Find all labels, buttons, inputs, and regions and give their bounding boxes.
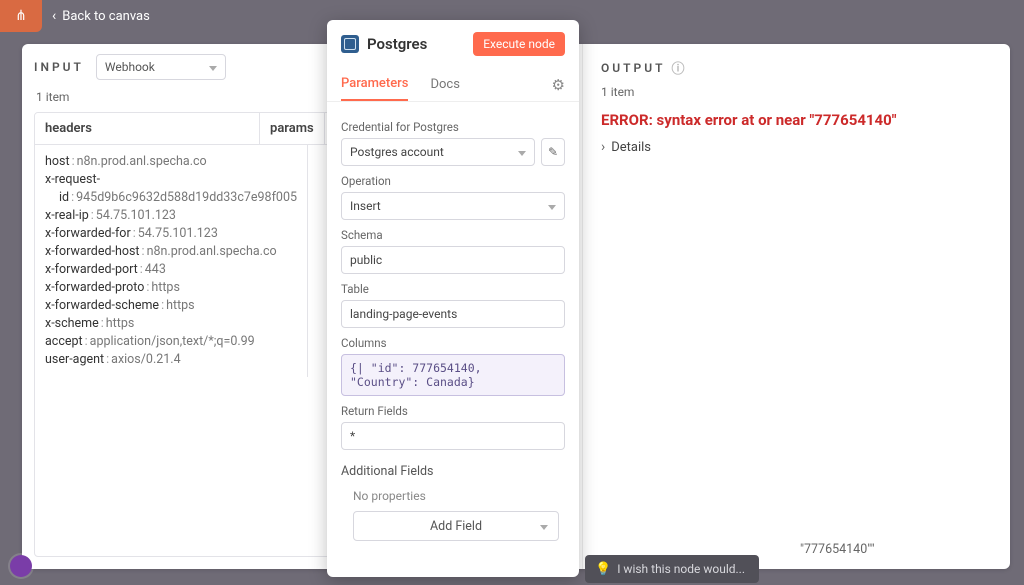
credential-value: Postgres account (350, 145, 444, 159)
back-label: Back to canvas (62, 9, 150, 24)
schema-input[interactable]: public (341, 246, 565, 274)
header-row: x-forwarded-for:54.75.101.123 (45, 225, 297, 243)
input-title: INPUT (34, 60, 84, 74)
col-headers: headers (35, 113, 260, 144)
return-input[interactable]: * (341, 422, 565, 450)
node-panel: Postgres Execute node Parameters Docs ⚙ … (327, 20, 579, 577)
schema-label: Schema (341, 228, 565, 242)
output-count: 1 item (601, 85, 992, 99)
wish-bar[interactable]: 💡 I wish this node would... (585, 555, 759, 583)
header-row: x-forwarded-scheme:https (45, 297, 297, 315)
chevron-down-icon (209, 60, 217, 74)
add-field-label: Add Field (430, 519, 482, 534)
error-message: ERROR: syntax error at or near "77765414… (601, 111, 992, 129)
chevron-down-icon (518, 146, 526, 159)
return-value: * (350, 429, 355, 443)
columns-input[interactable]: {| "id": 777654140, "Country": Canada} (341, 354, 565, 396)
header-row: x-request- (45, 171, 297, 189)
return-label: Return Fields (341, 404, 565, 418)
headers-cell: host:n8n.prod.anl.specha.cox-request-id:… (35, 145, 308, 377)
input-source-value: Webhook (105, 60, 155, 74)
chevron-down-icon (540, 520, 548, 533)
execute-node-button[interactable]: Execute node (473, 32, 565, 56)
header-row: x-real-ip:54.75.101.123 (45, 207, 297, 225)
col-params: params (260, 113, 325, 144)
header-row: id:945d9b6c9632d588d19dd33c7e98f005 (45, 189, 297, 207)
info-icon: ⓘ (672, 58, 688, 77)
credential-label: Credential for Postgres (341, 120, 565, 134)
tab-parameters[interactable]: Parameters (341, 68, 408, 101)
columns-label: Columns (341, 336, 565, 350)
header-row: user-agent:axios/0.21.4 (45, 351, 297, 369)
header-row: x-forwarded-proto:https (45, 279, 297, 297)
back-to-canvas[interactable]: ‹ Back to canvas (52, 8, 150, 24)
no-properties: No properties (353, 489, 565, 503)
operation-value: Insert (350, 199, 381, 213)
tool-strip: ⋔ (0, 0, 42, 32)
credential-select[interactable]: Postgres account (341, 138, 535, 166)
output-column: OUTPUT ⓘ 1 item ERROR: syntax error at o… (582, 44, 1010, 569)
avatar[interactable] (10, 555, 32, 577)
header-row: x-forwarded-port:443 (45, 261, 297, 279)
operation-label: Operation (341, 174, 565, 188)
postgres-icon (341, 35, 359, 53)
schema-value: public (350, 253, 382, 267)
header-row: x-forwarded-host:n8n.prod.anl.specha.co (45, 243, 297, 261)
edit-credential-button[interactable]: ✎ (541, 138, 565, 166)
header-row: accept:application/json,text/*;q=0.99 (45, 333, 297, 351)
details-toggle[interactable]: › Details (601, 139, 992, 155)
header-row: host:n8n.prod.anl.specha.co (45, 153, 297, 171)
node-title: Postgres (367, 35, 427, 53)
output-title: OUTPUT (601, 61, 666, 75)
chevron-down-icon (548, 200, 556, 213)
chevron-right-icon: › (601, 139, 605, 155)
gear-icon[interactable]: ⚙ (552, 76, 565, 94)
tab-docs[interactable]: Docs (430, 69, 459, 100)
add-field-button[interactable]: Add Field (353, 511, 559, 541)
table-value: landing-page-events (350, 307, 457, 321)
operation-select[interactable]: Insert (341, 192, 565, 220)
additional-fields-label: Additional Fields (341, 464, 565, 479)
wish-text: I wish this node would... (617, 562, 745, 576)
header-row: x-scheme:https (45, 315, 297, 333)
details-label: Details (611, 140, 651, 155)
output-extra-snippet: "777654140"" (800, 542, 980, 557)
bulb-icon: 💡 (595, 562, 611, 577)
table-input[interactable]: landing-page-events (341, 300, 565, 328)
input-source-select[interactable]: Webhook (96, 54, 226, 80)
chevron-left-icon: ‹ (52, 8, 56, 24)
table-label: Table (341, 282, 565, 296)
